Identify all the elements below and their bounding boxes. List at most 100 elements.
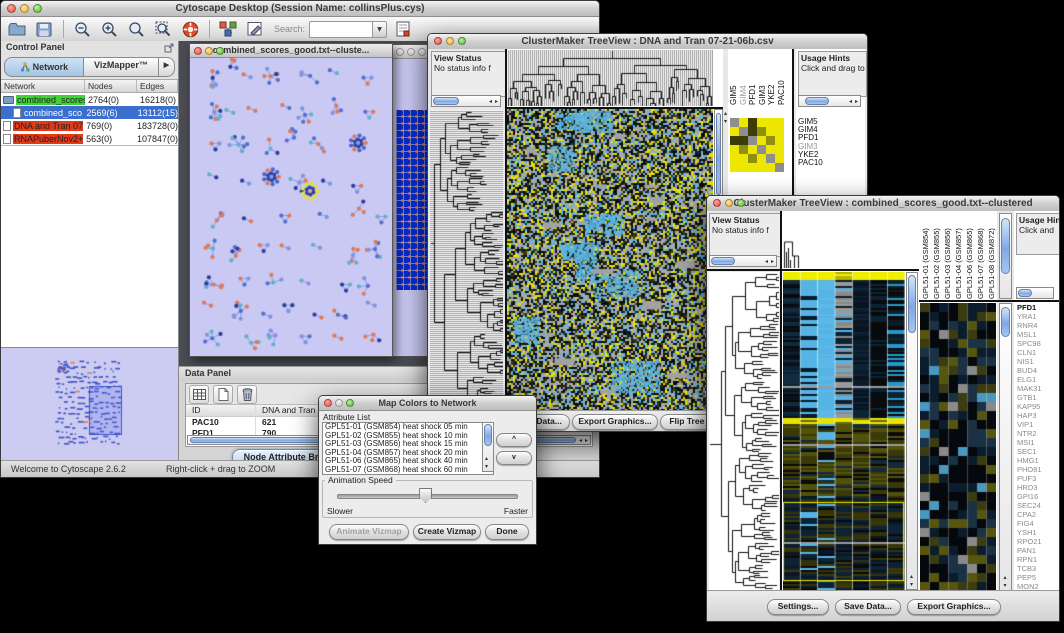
row-label[interactable]: MSL1 xyxy=(1017,330,1059,339)
zoom-selected-button[interactable] xyxy=(153,19,173,39)
export-graphics-button[interactable]: Export Graphics... xyxy=(907,599,1001,615)
row-label[interactable]: VIP1 xyxy=(1017,420,1059,429)
report-button[interactable] xyxy=(393,19,413,39)
tab-network[interactable]: Network xyxy=(4,57,84,77)
network-overview-button[interactable] xyxy=(218,19,238,39)
row-label[interactable]: RPO21 xyxy=(1017,537,1059,546)
create-vizmap-button[interactable]: Create Vizmap xyxy=(413,524,481,540)
minimize-button[interactable] xyxy=(725,199,733,207)
row-label[interactable]: ELG1 xyxy=(1017,375,1059,384)
row-label[interactable]: RPN1 xyxy=(1017,555,1059,564)
tv1-column-labels[interactable]: GIM5GIM4PFD1GIM3YKE2PAC10 xyxy=(729,51,789,105)
row-label[interactable]: CPA2 xyxy=(1017,510,1059,519)
treeview1-titlebar[interactable]: ClusterMaker TreeView : DNA and Tran 07-… xyxy=(428,34,867,50)
scroll-right-icon[interactable]: ▸ xyxy=(495,99,498,105)
row-label[interactable]: PEP5 xyxy=(1017,573,1059,582)
tv2-column-labels[interactable]: GPL51-01 (GSM854)GPL51-02 (GSM855)GPL51-… xyxy=(920,213,997,299)
column-nodes[interactable]: Nodes xyxy=(85,80,137,92)
row-label[interactable]: HRD3 xyxy=(1017,483,1059,492)
scrollbar-thumb[interactable] xyxy=(1001,218,1010,274)
row-label[interactable]: HAP3 xyxy=(1017,411,1059,420)
settings-button[interactable]: Settings... xyxy=(767,599,829,615)
row-label[interactable]: MSI1 xyxy=(1017,438,1059,447)
tv2-heatmap-canvas[interactable] xyxy=(783,272,905,590)
close-button[interactable] xyxy=(324,399,332,407)
zoom-button[interactable] xyxy=(33,4,42,13)
row-label[interactable]: GPI16 xyxy=(1017,492,1059,501)
close-button[interactable] xyxy=(434,37,442,45)
row-label[interactable]: PHO81 xyxy=(1017,465,1059,474)
close-button[interactable] xyxy=(713,199,721,207)
tab-vizmapper[interactable]: VizMapper™ xyxy=(84,57,159,77)
annotation-button[interactable] xyxy=(245,19,265,39)
new-attribute-button[interactable] xyxy=(213,385,233,404)
row-label[interactable]: GTB1 xyxy=(1017,393,1059,402)
scrollbar-thumb[interactable] xyxy=(711,257,735,265)
scroll-up-icon[interactable]: ▴ xyxy=(485,456,488,462)
network-list-row[interactable]: combined_scores 2764(0) 16218(0) xyxy=(1,93,178,106)
column-label[interactable]: GPL51-04 (GSM857) xyxy=(953,213,964,299)
network-list-row[interactable]: combined_sco 2569(6) 13112(15) xyxy=(1,106,178,119)
scroll-left-icon[interactable]: ◂ xyxy=(849,99,852,105)
list-vscrollbar[interactable]: ▴ ▾ xyxy=(482,423,493,472)
select-attributes-button[interactable] xyxy=(189,385,209,404)
row-label[interactable]: TCB3 xyxy=(1017,564,1059,573)
scroll-up-icon[interactable]: ▴ xyxy=(724,111,727,117)
birdeye-canvas[interactable] xyxy=(1,348,177,459)
row-label[interactable]: SEC24 xyxy=(1017,501,1059,510)
speed-slider-thumb[interactable] xyxy=(419,488,432,503)
status-hscrollbar[interactable]: ◂ ▸ xyxy=(431,95,501,107)
attribute-list-item[interactable]: GPL51-07 (GSM868) heat shock 60 min xyxy=(323,466,493,475)
column-id[interactable]: ID xyxy=(186,405,256,416)
row-label[interactable]: MAK31 xyxy=(1017,384,1059,393)
row-label[interactable]: YSH1 xyxy=(1017,528,1059,537)
tv2-col-dendro-canvas[interactable] xyxy=(782,212,918,268)
scrollbar-thumb[interactable] xyxy=(908,275,916,333)
scroll-up-icon[interactable]: ▴ xyxy=(1004,575,1007,581)
minimize-button[interactable] xyxy=(446,37,454,45)
column-label[interactable]: GPL51-07 (GSM868) xyxy=(975,213,986,299)
scrollbar-thumb[interactable] xyxy=(1018,289,1032,297)
scroll-left-icon[interactable]: ◂ xyxy=(579,438,582,444)
row-label[interactable]: NTR2 xyxy=(1017,429,1059,438)
zoom-button[interactable] xyxy=(418,48,426,56)
move-down-button[interactable]: v xyxy=(496,451,532,465)
network-overview-panel[interactable] xyxy=(1,348,178,461)
zoom-button[interactable] xyxy=(216,47,224,55)
row-label[interactable]: CLN1 xyxy=(1017,348,1059,357)
heatmap-vscrollbar[interactable]: ▴ ▾ xyxy=(906,272,918,590)
scrollbar-thumb[interactable] xyxy=(805,97,829,105)
tab-overflow-button[interactable]: ▶ xyxy=(159,57,175,77)
scrollbar-thumb[interactable] xyxy=(484,424,492,446)
column-label[interactable]: PAC10 xyxy=(777,51,787,105)
similarity-matrix[interactable] xyxy=(730,118,784,172)
tv1-row-dendro-canvas[interactable] xyxy=(430,110,503,410)
close-button[interactable] xyxy=(396,48,404,56)
help-button[interactable] xyxy=(180,19,200,39)
row-label[interactable]: SPC98 xyxy=(1017,339,1059,348)
column-label[interactable]: GPL51-08 (GSM872) xyxy=(986,213,997,299)
row-label[interactable]: PUF3 xyxy=(1017,474,1059,483)
hints-hscrollbar[interactable]: ◂ ▸ xyxy=(798,95,861,107)
zoom-button[interactable] xyxy=(346,399,354,407)
attribute-list[interactable]: GPL51-01 (GSM854) heat shock 05 minGPL51… xyxy=(322,422,494,475)
tv2-row-labels[interactable]: PFD1YRA1RNR4MSL1SPC98CLN1NIS1BUD4ELG1MAK… xyxy=(1017,303,1059,591)
status-hscrollbar[interactable]: ◂ ▸ xyxy=(709,255,777,267)
animate-vizmap-button[interactable]: Animate Vizmap xyxy=(329,524,409,540)
network-canvas[interactable] xyxy=(190,58,390,355)
scroll-down-icon[interactable]: ▾ xyxy=(1004,583,1007,589)
zoom-button[interactable] xyxy=(737,199,745,207)
zoom-button[interactable] xyxy=(458,37,466,45)
column-label[interactable]: GPL51-02 (GSM855) xyxy=(931,213,942,299)
labels-vscrollbar[interactable]: ▴ ▾ xyxy=(999,303,1012,591)
row-label[interactable]: RNR4 xyxy=(1017,321,1059,330)
treeview2-titlebar[interactable]: ClusterMaker TreeView : combined_scores_… xyxy=(707,196,1059,212)
column-label[interactable]: GPL51-06 (GSM865) xyxy=(964,213,975,299)
tv1-row-labels[interactable]: GIM5GIM4PFD1GIM3YKE2PAC10 xyxy=(798,118,823,167)
save-data-button[interactable]: Save Data... xyxy=(835,599,901,615)
row-label[interactable]: HMG1 xyxy=(1017,456,1059,465)
done-button[interactable]: Done xyxy=(485,524,529,540)
row-label[interactable]: PAN1 xyxy=(1017,546,1059,555)
column-label[interactable]: GPL51-03 (GSM856) xyxy=(942,213,953,299)
scroll-left-icon[interactable]: ◂ xyxy=(489,99,492,105)
